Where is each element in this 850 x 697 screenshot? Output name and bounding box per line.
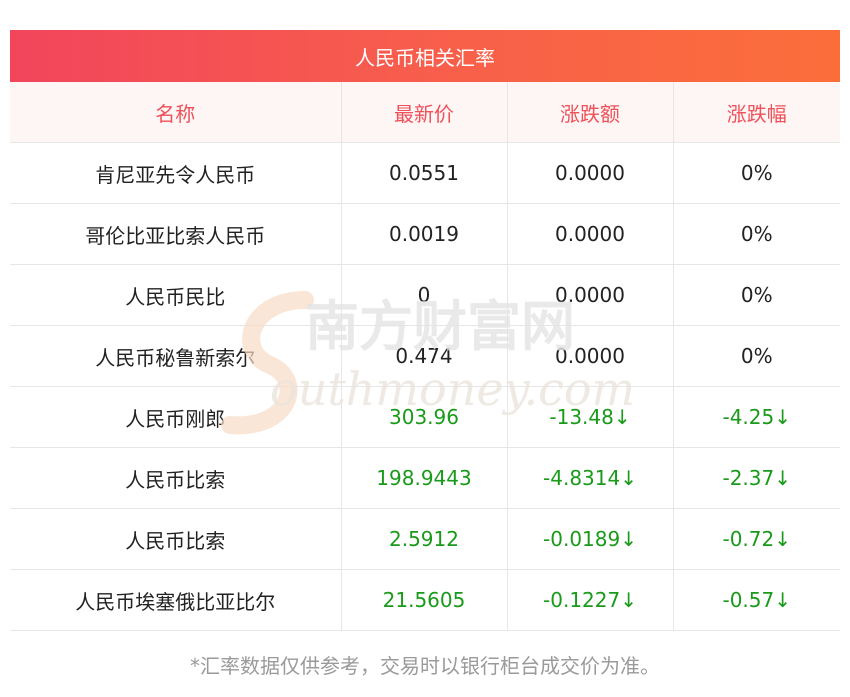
- header-change: 涨跌额: [507, 82, 674, 143]
- cell-currency-name: 人民币秘鲁新索尔: [10, 325, 342, 387]
- cell-latest-price: 0.0551: [341, 142, 508, 204]
- cell-latest-price: 21.5605: [341, 569, 508, 631]
- table-row: 肯尼亚先令人民币 0.0551 0.0000 0%: [10, 142, 840, 204]
- table-row: 人民币刚郎 303.96 -13.48↓ -4.25↓: [10, 386, 840, 448]
- cell-latest-price: 303.96: [341, 386, 508, 448]
- cell-currency-name: 人民币比索: [10, 447, 342, 509]
- table-row: 人民币比索 2.5912 -0.0189↓ -0.72↓: [10, 508, 840, 570]
- cell-change-pct: -0.72↓: [673, 508, 840, 570]
- cell-latest-price: 2.5912: [341, 508, 508, 570]
- exchange-rate-table: 名称 最新价 涨跌额 涨跌幅 肯尼亚先令人民币 0.0551 0.0000 0% 哥伦比…: [10, 82, 840, 631]
- cell-change-pct: 0%: [673, 325, 840, 387]
- cell-change: -13.48↓: [507, 386, 674, 448]
- table-row: 人民币秘鲁新索尔 0.474 0.0000 0%: [10, 325, 840, 387]
- header-change-pct: 涨跌幅: [673, 82, 840, 143]
- cell-change-pct: -0.57↓: [673, 569, 840, 631]
- cell-latest-price: 0: [341, 264, 508, 326]
- footnote: *汇率数据仅供参考，交易时以银行柜台成交价为准。: [190, 654, 660, 678]
- cell-latest-price: 0.0019: [341, 203, 508, 265]
- cell-change: -0.1227↓: [507, 569, 674, 631]
- cell-currency-name: 哥伦比亚比索人民币: [10, 203, 342, 265]
- table-title: 人民币相关汇率: [10, 30, 840, 82]
- cell-change: 0.0000: [507, 203, 674, 265]
- cell-latest-price: 198.9443: [341, 447, 508, 509]
- cell-currency-name: 人民币比索: [10, 508, 342, 570]
- cell-change-pct: -4.25↓: [673, 386, 840, 448]
- table-row: 人民币民比 0 0.0000 0%: [10, 264, 840, 326]
- cell-change: 0.0000: [507, 325, 674, 387]
- cell-change-pct: 0%: [673, 142, 840, 204]
- cell-latest-price: 0.474: [341, 325, 508, 387]
- cell-currency-name: 人民币民比: [10, 264, 342, 326]
- table-row: 人民币比索 198.9443 -4.8314↓ -2.37↓: [10, 447, 840, 509]
- table-row: 哥伦比亚比索人民币 0.0019 0.0000 0%: [10, 203, 840, 265]
- cell-change-pct: 0%: [673, 203, 840, 265]
- exchange-rate-card: 人民币相关汇率 名称 最新价 涨跌额 涨跌幅 肯尼亚先令人民币 0.0551 0.0…: [10, 30, 840, 631]
- cell-currency-name: 肯尼亚先令人民币: [10, 142, 342, 204]
- cell-change-pct: -2.37↓: [673, 447, 840, 509]
- cell-change: -4.8314↓: [507, 447, 674, 509]
- cell-change: 0.0000: [507, 142, 674, 204]
- header-name: 名称: [10, 82, 342, 143]
- cell-currency-name: 人民币埃塞俄比亚比尔: [10, 569, 342, 631]
- table-header-row: 名称 最新价 涨跌额 涨跌幅: [10, 82, 840, 143]
- cell-change: -0.0189↓: [507, 508, 674, 570]
- header-latest-price: 最新价: [341, 82, 508, 143]
- cell-change: 0.0000: [507, 264, 674, 326]
- cell-currency-name: 人民币刚郎: [10, 386, 342, 448]
- cell-change-pct: 0%: [673, 264, 840, 326]
- table-row: 人民币埃塞俄比亚比尔 21.5605 -0.1227↓ -0.57↓: [10, 569, 840, 631]
